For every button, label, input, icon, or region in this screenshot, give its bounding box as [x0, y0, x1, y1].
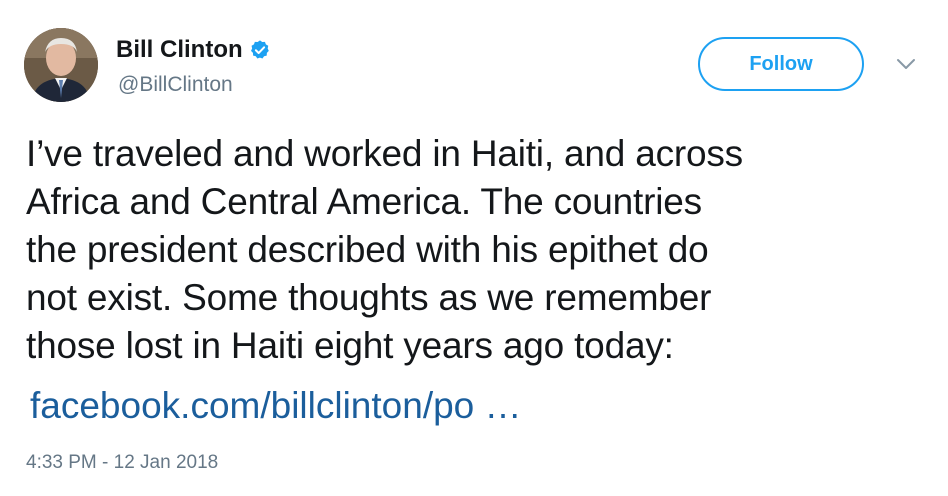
verified-badge-icon — [249, 39, 271, 61]
avatar-photo-icon — [24, 28, 98, 102]
avatar[interactable] — [24, 28, 98, 102]
tweet-link[interactable]: facebook.com/billclinton/po … — [30, 382, 522, 430]
user-handle[interactable]: @BillClinton — [118, 72, 233, 98]
tweet-text: I’ve traveled and worked in Haiti, and a… — [26, 130, 926, 370]
tweet-text-line: the president described with his epithet… — [26, 229, 709, 270]
tweet-card: Bill Clinton @BillClinton Follow I’ve tr… — [0, 0, 948, 496]
follow-button[interactable]: Follow — [698, 37, 864, 91]
display-name[interactable]: Bill Clinton — [116, 36, 243, 64]
tweet-timestamp[interactable]: 4:33 PM - 12 Jan 2018 — [26, 451, 218, 475]
chevron-down-icon[interactable] — [894, 56, 918, 72]
tweet-text-line: not exist. Some thoughts as we remember — [26, 277, 712, 318]
tweet-text-line: Africa and Central America. The countrie… — [26, 181, 702, 222]
tweet-text-line: those lost in Haiti eight years ago toda… — [26, 325, 674, 366]
tweet-text-line: I’ve traveled and worked in Haiti, and a… — [26, 133, 743, 174]
name-row: Bill Clinton — [116, 36, 271, 64]
